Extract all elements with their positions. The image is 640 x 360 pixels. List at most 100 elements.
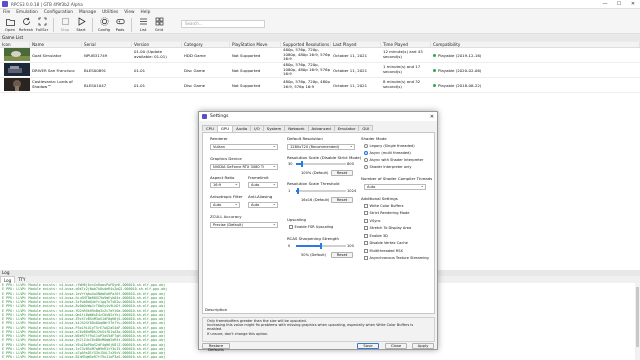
anisotropic-filter-select[interactable]: Auto (210, 202, 240, 208)
radio-circle[interactable] (364, 144, 368, 148)
maximize-button[interactable]: ☐ (612, 0, 626, 9)
menu-emulation[interactable]: Emulation (16, 10, 38, 15)
aspect-ratio-select[interactable]: 16:9 (210, 182, 240, 188)
checkbox-box[interactable] (364, 219, 368, 223)
close-icon[interactable]: ✕ (427, 114, 437, 120)
menu-file[interactable]: File (3, 10, 10, 15)
game-last-played: October 11, 2021 (333, 67, 368, 73)
strict-rendering-checkbox[interactable]: Strict Rendering Mode (364, 211, 409, 215)
tab-io[interactable]: I/O (250, 125, 264, 131)
game-thumbnail (4, 78, 30, 91)
zcull-select[interactable]: Precise (Default) (210, 222, 278, 228)
column-header-compatibility[interactable]: Compatibility (431, 42, 640, 47)
column-header-move[interactable]: PlayStation Move (230, 42, 281, 47)
enable-3d-checkbox[interactable]: Enable 3D (364, 234, 388, 238)
grid-view-button[interactable]: Grid (151, 16, 167, 33)
search-input[interactable]: Search... (181, 20, 265, 28)
tab-advanced[interactable]: Advanced (307, 125, 335, 131)
tab-audio[interactable]: Audio (232, 125, 252, 131)
default-resolution-select[interactable]: 1280x720 (Recommended) (287, 144, 355, 150)
game-serial: BLES01047 (84, 82, 107, 88)
tab-gui[interactable]: GUI (358, 125, 374, 131)
scale-threshold-reset-button[interactable]: Reset (331, 197, 353, 203)
graphics-device-select[interactable]: NVIDIA GeForce RTX 3080 Ti (210, 164, 278, 170)
rcas-slider[interactable] (296, 243, 346, 249)
close-window-button[interactable]: ✕ (626, 0, 640, 9)
column-header-time-played[interactable]: Time Played (381, 42, 431, 47)
apply-button[interactable]: Apply (412, 343, 434, 349)
menu-configuration[interactable]: Configuration (44, 10, 73, 15)
shader-mode-legacy-radio[interactable]: Legacy (Single threaded) (364, 144, 415, 148)
shader-mode-interpreter-radio[interactable]: Shader Interpreter only (364, 165, 412, 169)
checkbox-box[interactable] (364, 226, 368, 230)
shader-mode-async-radio[interactable]: Async (multi threaded) (364, 151, 411, 155)
write-color-buffers-checkbox[interactable]: Write Color Buffers (364, 204, 403, 208)
shader-threads-select[interactable]: Auto (364, 184, 426, 190)
save-button[interactable]: Save (357, 343, 379, 349)
checkbox-box[interactable] (364, 241, 368, 245)
rcas-reset-button[interactable]: Reset (331, 252, 353, 258)
async-texture-streaming-checkbox[interactable]: Asynchronous Texture Streaming (364, 256, 429, 260)
checkbox-box[interactable] (364, 234, 368, 238)
list-icon (139, 17, 148, 26)
config-label: Config (97, 27, 111, 32)
checkbox-box[interactable] (364, 256, 368, 260)
game-row[interactable]: Castlevania: Lords of Shadow™ BLES01047 … (0, 78, 640, 93)
column-header-serial[interactable]: Serial (82, 42, 132, 47)
checkbox-box[interactable] (289, 225, 293, 229)
tab-emulator[interactable]: Emulator (333, 125, 360, 131)
config-button[interactable]: Config (96, 16, 112, 33)
tab-log[interactable]: Log (0, 276, 16, 283)
list-view-button[interactable]: List (135, 16, 151, 33)
column-header-category[interactable]: Category (182, 42, 230, 47)
slider-handle[interactable] (301, 161, 303, 167)
resolution-scale-slider[interactable] (296, 161, 346, 167)
checkbox-box[interactable] (364, 211, 368, 215)
scale-threshold-slider[interactable] (296, 188, 346, 194)
game-row[interactable]: Goat Simulator NPUB31749 01.00 (Update a… (0, 48, 640, 63)
shader-mode-async-interpreter-radio[interactable]: Async with Shader Interpreter (364, 158, 423, 162)
stretch-display-checkbox[interactable]: Stretch To Display Area (364, 226, 411, 230)
menu-utilities[interactable]: Utilities (102, 10, 118, 15)
renderer-select[interactable]: Vulkan (210, 144, 278, 150)
stop-button[interactable]: Stop (57, 16, 73, 33)
slider-handle[interactable] (297, 188, 299, 194)
minimize-button[interactable]: — (598, 0, 612, 9)
vsync-checkbox[interactable]: VSync (364, 219, 381, 223)
pads-button[interactable]: Pads (112, 16, 128, 33)
column-header-resolutions[interactable]: Supported Resolutions (281, 42, 331, 47)
menu-view[interactable]: View (124, 10, 134, 15)
fsr-upscaling-checkbox[interactable]: Enable FSR Upscaling (289, 225, 333, 229)
slider-handle[interactable] (320, 243, 322, 249)
column-header-version[interactable]: Version (132, 42, 182, 47)
refresh-button[interactable]: Refresh (18, 16, 34, 33)
tab-system[interactable]: System (262, 125, 286, 131)
radio-circle[interactable] (364, 165, 368, 169)
anti-aliasing-select[interactable]: Auto (248, 202, 278, 208)
tab-gpu[interactable]: GPU (216, 125, 234, 132)
menu-help[interactable]: Help (141, 10, 151, 15)
start-button[interactable]: Start (73, 16, 89, 33)
column-header-last-played[interactable]: Last Played (331, 42, 381, 47)
game-row[interactable]: DRIVER San Francisco BLES00891 01.01 Dis… (0, 63, 640, 78)
fullscreen-button[interactable]: FullScr (34, 16, 50, 33)
radio-circle[interactable] (364, 158, 368, 162)
framelimit-select[interactable]: Auto (248, 182, 278, 188)
log-scrollbar[interactable] (635, 283, 640, 360)
disable-vertex-cache-checkbox[interactable]: Disable Vertex Cache (364, 241, 408, 245)
tab-tty[interactable]: TTY (15, 276, 28, 283)
multithreaded-rsx-checkbox[interactable]: Multithreaded RSX (364, 249, 403, 253)
open-button[interactable]: Open (2, 16, 18, 33)
column-header-icon[interactable]: Icon (0, 42, 30, 47)
restore-defaults-button[interactable]: Restore Defaults (202, 343, 230, 352)
checkbox-box[interactable] (364, 249, 368, 253)
close-button[interactable]: Close (385, 343, 407, 349)
resolution-scale-reset-button[interactable]: Reset (331, 170, 353, 176)
checkbox-box[interactable] (364, 204, 368, 208)
tab-cpu[interactable]: CPU (202, 125, 218, 131)
tab-network[interactable]: Network (284, 125, 309, 131)
column-header-name[interactable]: Name (30, 42, 82, 47)
menu-manage[interactable]: Manage (79, 10, 96, 15)
radio-circle[interactable] (364, 151, 368, 155)
log-scrollbar-thumb[interactable] (636, 287, 639, 347)
